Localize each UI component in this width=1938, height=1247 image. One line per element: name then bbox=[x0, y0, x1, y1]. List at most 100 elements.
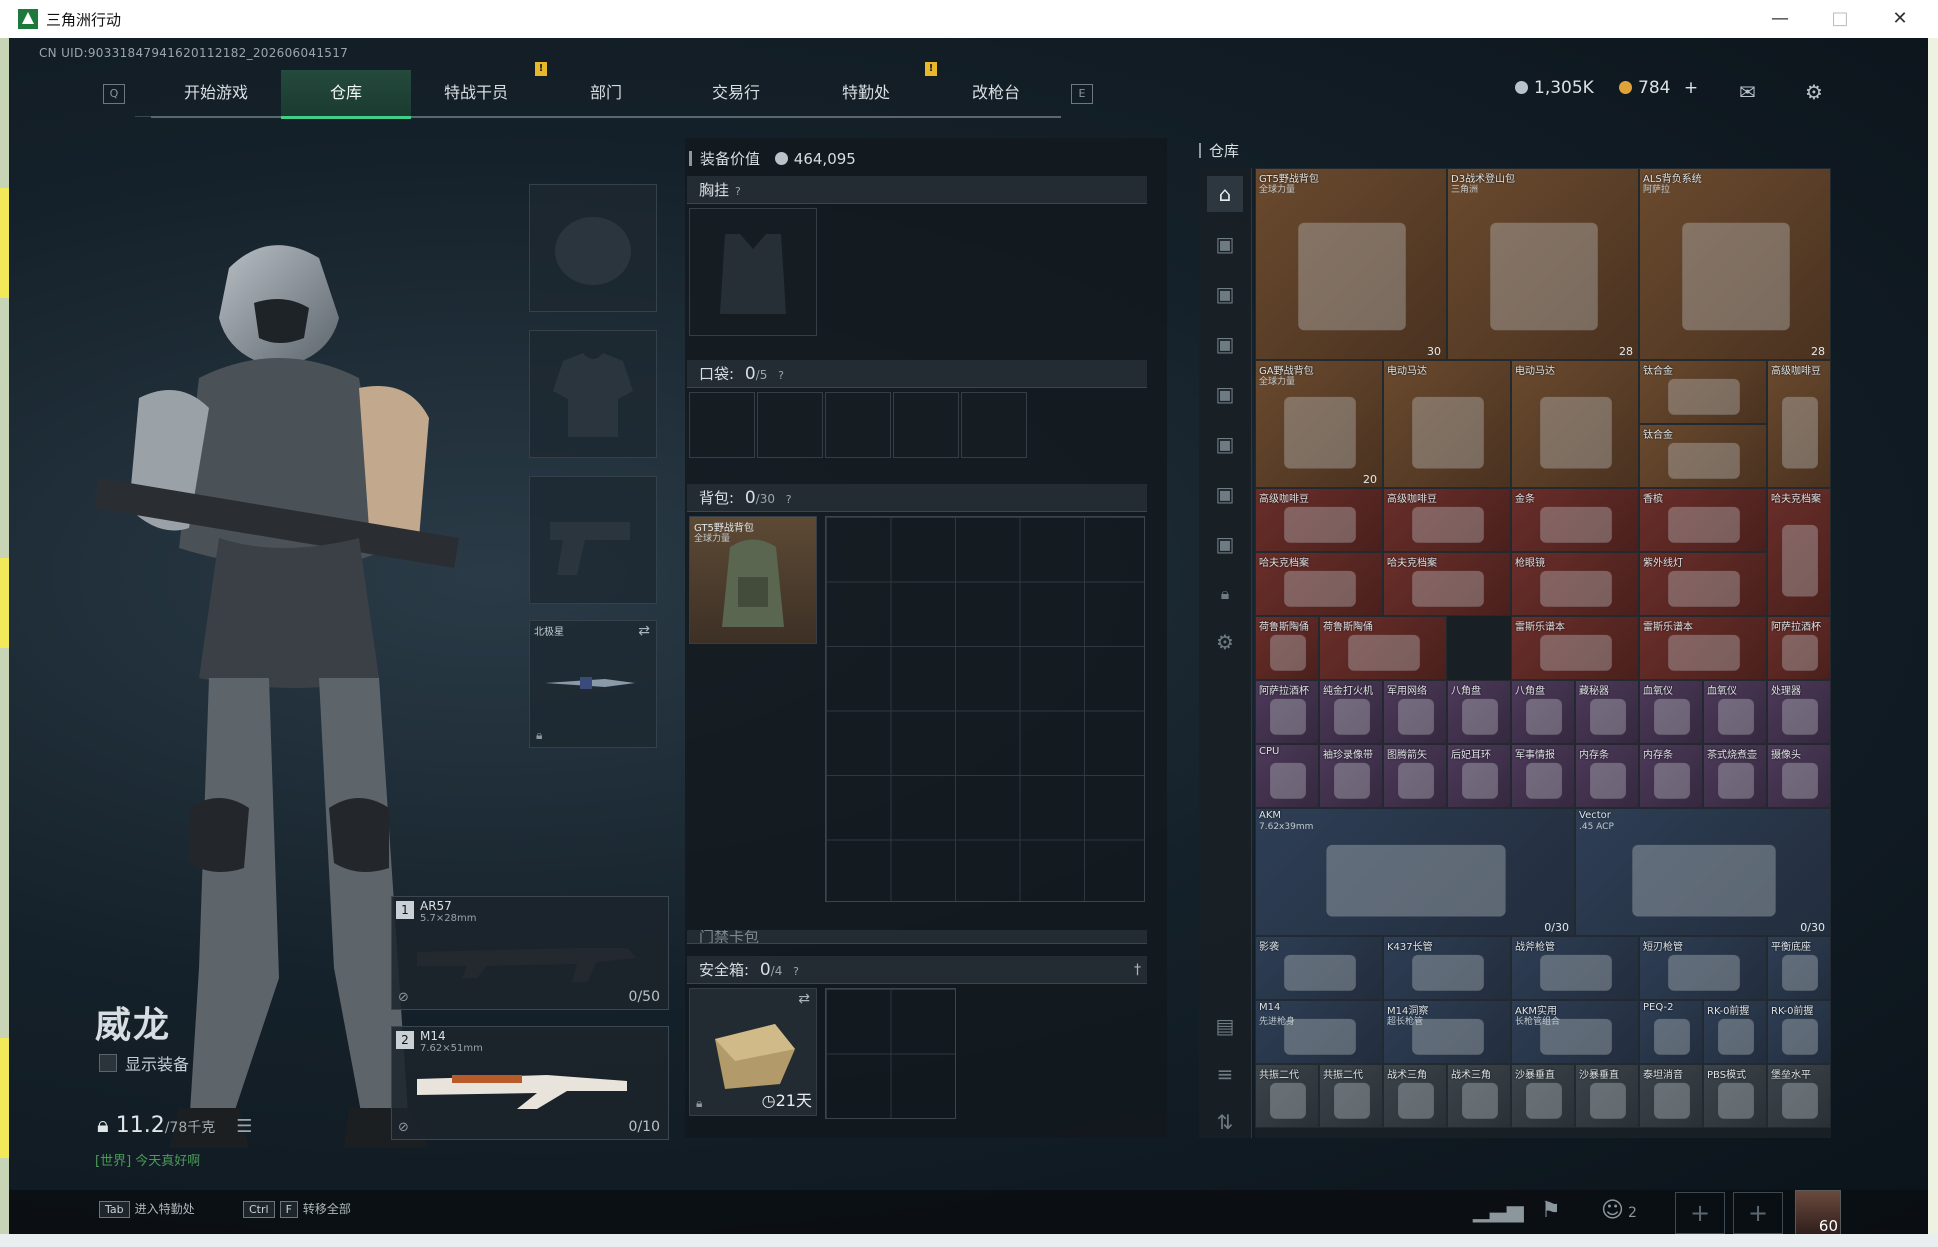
warehouse-item[interactable]: 哈夫克档案 bbox=[1767, 488, 1831, 616]
pin-icon[interactable]: † bbox=[1134, 956, 1141, 984]
warehouse-item[interactable]: 藏秘器 bbox=[1575, 680, 1639, 744]
gold-balance[interactable]: 784 + bbox=[1619, 78, 1698, 98]
warehouse-item[interactable]: 内存条 bbox=[1575, 744, 1639, 808]
world-chat-line[interactable]: [世界] 今天真好啊 bbox=[95, 1150, 200, 1169]
pocket-slot[interactable] bbox=[757, 392, 823, 458]
warehouse-item[interactable]: 短刃枪管 bbox=[1639, 936, 1767, 1000]
checkbox-icon[interactable] bbox=[99, 1054, 117, 1072]
warehouse-item[interactable]: 血氧仪 bbox=[1639, 680, 1703, 744]
warehouse-item[interactable]: 高级咖啡豆 bbox=[1767, 360, 1831, 488]
minimize-button[interactable]: — bbox=[1760, 4, 1800, 34]
tab-0[interactable]: 开始游戏 bbox=[151, 70, 281, 118]
warehouse-item[interactable]: RK-0前握 bbox=[1703, 1000, 1767, 1064]
flag-icon[interactable]: ⚑ bbox=[1541, 1198, 1561, 1223]
warehouse-item[interactable]: 沙暴垂直 bbox=[1575, 1064, 1639, 1128]
warehouse-item[interactable]: 雷斯乐谱本 bbox=[1511, 616, 1639, 680]
sidearm-slot[interactable] bbox=[529, 476, 657, 604]
close-button[interactable]: ✕ bbox=[1880, 4, 1920, 34]
warehouse-item[interactable]: 堡垒水平 bbox=[1767, 1064, 1831, 1128]
pocket-slot[interactable] bbox=[689, 392, 755, 458]
backpack-item[interactable]: GT5野战背包 全球力量 bbox=[689, 516, 817, 644]
stats-icon[interactable]: ▁▃▅ bbox=[1473, 1198, 1524, 1223]
hint-enter-workshop[interactable]: Tab 进入特勤处 bbox=[99, 1200, 195, 1218]
warehouse-item[interactable]: PEQ-2 bbox=[1639, 1000, 1703, 1064]
warehouse-item[interactable]: 战术三角 bbox=[1383, 1064, 1447, 1128]
warehouse-item[interactable]: Vector .45 ACP 0/30 bbox=[1575, 808, 1831, 936]
layers-icon[interactable]: ≡ bbox=[1207, 1056, 1243, 1092]
warehouse-item[interactable]: 哈夫克档案 bbox=[1383, 552, 1511, 616]
warehouse-item[interactable]: RK-0前握 bbox=[1767, 1000, 1831, 1064]
depot-tab-icon[interactable]: ▣ bbox=[1207, 426, 1243, 462]
depot-tab-icon[interactable]: ▣ bbox=[1207, 276, 1243, 312]
hint-transfer-all[interactable]: Ctrl F 转移全部 bbox=[243, 1200, 351, 1218]
warehouse-item[interactable]: 高级咖啡豆 bbox=[1383, 488, 1511, 552]
mail-icon[interactable]: ✉ bbox=[1739, 80, 1756, 104]
helmet-slot[interactable] bbox=[529, 184, 657, 312]
warehouse-item[interactable]: 钛合金 bbox=[1639, 424, 1767, 488]
tab-1[interactable]: 仓库 bbox=[281, 70, 411, 119]
swap-icon[interactable]: ⇄ bbox=[798, 991, 810, 1007]
lock-icon[interactable]: 🔒︎ bbox=[1207, 576, 1243, 612]
warehouse-item[interactable]: PBS模式 bbox=[1703, 1064, 1767, 1128]
warehouse-item[interactable]: 茶式烧煮壶 bbox=[1703, 744, 1767, 808]
warehouse-item[interactable]: GA野战背包 全球力量 20 bbox=[1255, 360, 1383, 488]
help-icon[interactable]: ? bbox=[778, 369, 784, 382]
warehouse-item[interactable]: 钛合金 bbox=[1639, 360, 1767, 424]
team-icon[interactable]: ☺ 2 bbox=[1601, 1198, 1637, 1223]
pocket-slot[interactable] bbox=[893, 392, 959, 458]
warehouse-item[interactable]: 阿萨拉酒杯 bbox=[1767, 616, 1831, 680]
nav-key-left[interactable]: Q bbox=[103, 84, 125, 104]
pocket-slot[interactable] bbox=[961, 392, 1027, 458]
warehouse-item[interactable]: 荷鲁斯陶俑 bbox=[1255, 616, 1319, 680]
warehouse-item[interactable]: 金条 bbox=[1511, 488, 1639, 552]
silver-balance[interactable]: 1,305K bbox=[1515, 78, 1594, 98]
warehouse-item[interactable]: 八角盘 bbox=[1447, 680, 1511, 744]
warehouse-item[interactable]: 共振二代 bbox=[1319, 1064, 1383, 1128]
depot-tab-icon[interactable]: ▣ bbox=[1207, 226, 1243, 262]
warehouse-item[interactable]: 沙暴垂直 bbox=[1511, 1064, 1575, 1128]
safebox-item[interactable]: ⇄ 🔒︎ ◷21天 bbox=[689, 988, 817, 1116]
depot-tab-icon[interactable]: ▣ bbox=[1207, 526, 1243, 562]
tab-2[interactable]: 特战干员! bbox=[411, 62, 547, 118]
warehouse-item[interactable]: CPU bbox=[1255, 744, 1319, 808]
melee-slot[interactable]: 北极星 ⇄ 🔒︎ bbox=[529, 620, 657, 748]
warehouse-item[interactable]: 平衡底座 bbox=[1767, 936, 1831, 1000]
warehouse-item[interactable]: 紫外线灯 bbox=[1639, 552, 1767, 616]
gear-icon[interactable]: ⚙ bbox=[1207, 624, 1243, 660]
warehouse-item[interactable]: 雷斯乐谱本 bbox=[1639, 616, 1767, 680]
tab-4[interactable]: 交易行 bbox=[671, 70, 801, 118]
warehouse-item[interactable]: 内存条 bbox=[1639, 744, 1703, 808]
invite-slot-button[interactable]: + bbox=[1733, 1192, 1783, 1234]
warehouse-item[interactable]: 袖珍录像带 bbox=[1319, 744, 1383, 808]
warehouse-item[interactable]: GT5野战背包 全球力量 30 bbox=[1255, 168, 1447, 360]
secondary-weapon-slot[interactable]: 2 M14 7.62×51mm ⊘ 0/10 bbox=[391, 1026, 669, 1140]
sort-icon[interactable]: ⇅ bbox=[1207, 1104, 1243, 1140]
gear-icon[interactable]: ⚙ bbox=[1805, 80, 1823, 104]
pocket-slot[interactable] bbox=[825, 392, 891, 458]
warehouse-item[interactable]: 电动马达 bbox=[1383, 360, 1511, 488]
nav-key-right[interactable]: E bbox=[1071, 84, 1093, 104]
depot-tab-icon[interactable]: ▣ bbox=[1207, 326, 1243, 362]
warehouse-item[interactable]: 香槟 bbox=[1639, 488, 1767, 552]
warehouse-item[interactable]: 军用网络 bbox=[1383, 680, 1447, 744]
tab-3[interactable]: 部门 bbox=[541, 70, 671, 118]
warehouse-item[interactable]: AKM 7.62x39mm 0/30 bbox=[1255, 808, 1575, 936]
swap-icon[interactable]: ⇄ bbox=[638, 623, 650, 639]
warehouse-item[interactable]: 战术三角 bbox=[1447, 1064, 1511, 1128]
show-equipment-toggle[interactable]: 显示装备 bbox=[99, 1051, 189, 1075]
warehouse-item[interactable]: D3战术登山包 三角洲 28 bbox=[1447, 168, 1639, 360]
warehouse-item[interactable]: M14洞察 超长枪管 bbox=[1383, 1000, 1511, 1064]
invite-slot-button[interactable]: + bbox=[1675, 1192, 1725, 1234]
warehouse-item[interactable]: 影袭 bbox=[1255, 936, 1383, 1000]
warehouse-item[interactable]: 枪眼镜 bbox=[1511, 552, 1639, 616]
warehouse-item[interactable]: ALS背负系统 阿萨拉 28 bbox=[1639, 168, 1831, 360]
primary-weapon-slot[interactable]: 1 AR57 5.7×28mm ⊘ 0/50 bbox=[391, 896, 669, 1010]
depot-tab-icon[interactable]: ▣ bbox=[1207, 476, 1243, 512]
warehouse-item[interactable]: 纯金打火机 bbox=[1319, 680, 1383, 744]
safebox-grid[interactable] bbox=[825, 988, 956, 1119]
help-icon[interactable]: ? bbox=[735, 185, 741, 198]
warehouse-item[interactable]: AKM实用 长枪管组合 bbox=[1511, 1000, 1639, 1064]
warehouse-all-icon[interactable]: ⌂ bbox=[1207, 176, 1243, 212]
warehouse-item[interactable]: 处理器 bbox=[1767, 680, 1831, 744]
warehouse-item[interactable]: 高级咖啡豆 bbox=[1255, 488, 1383, 552]
